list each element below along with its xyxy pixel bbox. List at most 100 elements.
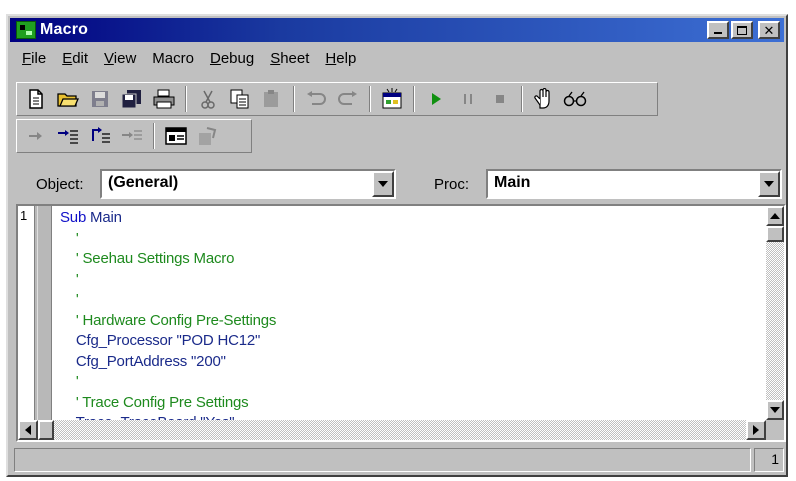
step-over-icon xyxy=(92,127,110,143)
step-into-button[interactable] xyxy=(55,123,81,149)
save-icon xyxy=(92,91,108,107)
close-icon: ✕ xyxy=(763,22,775,38)
save-all-button[interactable] xyxy=(119,86,145,112)
cut-icon xyxy=(201,90,215,109)
proc-dropdown[interactable]: Main xyxy=(486,169,782,199)
minimize-button[interactable] xyxy=(707,21,729,39)
open-button[interactable] xyxy=(55,86,81,112)
menu-file[interactable]: File xyxy=(22,50,46,67)
browse-icon xyxy=(165,127,187,145)
breakpoint-margin[interactable] xyxy=(34,206,52,420)
close-button[interactable]: ✕ xyxy=(758,21,780,39)
toolbar-separator xyxy=(293,86,295,112)
breakpoint-button[interactable] xyxy=(531,86,557,112)
save-all-icon xyxy=(121,90,141,109)
scrollbar-corner xyxy=(766,420,784,440)
menu-sheet[interactable]: Sheet xyxy=(270,50,309,67)
quick-watch-button[interactable] xyxy=(563,86,589,112)
vertical-scrollbar[interactable] xyxy=(766,206,784,420)
proc-value: Main xyxy=(494,174,531,191)
code-text[interactable]: Sub Main ' ' Seehau Settings Macro ' ' '… xyxy=(60,206,764,420)
code-line[interactable]: Cfg_Processor "POD HC12" xyxy=(60,331,764,352)
copy-button[interactable] xyxy=(227,86,253,112)
menu-view[interactable]: View xyxy=(104,50,136,67)
window-controls: ✕ xyxy=(707,21,780,39)
title-bar[interactable]: Macro ✕ xyxy=(10,18,784,42)
references-button[interactable] xyxy=(195,123,221,149)
object-dropdown-arrow[interactable] xyxy=(372,171,394,197)
code-line[interactable]: Sub Main xyxy=(60,208,764,229)
copy-icon xyxy=(230,89,249,109)
paste-button[interactable] xyxy=(259,86,285,112)
code-line[interactable]: ' xyxy=(60,372,764,393)
undo-button[interactable] xyxy=(303,86,329,112)
dialog-editor-button[interactable] xyxy=(379,86,405,112)
menu-edit[interactable]: Edit xyxy=(62,50,88,67)
maximize-button[interactable] xyxy=(731,21,753,39)
quick-watch-icon xyxy=(563,91,587,107)
step-button[interactable] xyxy=(23,123,49,149)
scroll-up-button[interactable] xyxy=(766,206,784,226)
toolbar-separator xyxy=(369,86,371,112)
browse-button[interactable] xyxy=(163,123,189,149)
open-folder-icon xyxy=(57,93,79,107)
proc-dropdown-arrow[interactable] xyxy=(758,171,780,197)
arrow-left-icon xyxy=(25,425,31,435)
undo-icon xyxy=(307,91,326,105)
new-file-button[interactable] xyxy=(23,86,49,112)
status-message xyxy=(14,448,751,472)
object-dropdown[interactable]: (General) xyxy=(100,169,396,199)
debug-toolbar xyxy=(16,119,252,153)
app-icon xyxy=(16,21,36,39)
code-line[interactable]: ' Hardware Config Pre-Settings xyxy=(60,311,764,332)
code-line[interactable]: ' xyxy=(60,229,764,250)
code-line[interactable]: Trace_TraceBoard "Yes" xyxy=(60,413,764,420)
step-out-button[interactable] xyxy=(119,123,145,149)
horizontal-scroll-thumb[interactable] xyxy=(38,420,54,440)
chevron-down-icon xyxy=(378,181,388,187)
macro-window: Macro ✕ File Edit View Macro Debug Sheet… xyxy=(6,14,788,477)
code-line[interactable]: ' Trace Config Pre Settings xyxy=(60,393,764,414)
pause-button[interactable] xyxy=(455,86,481,112)
vertical-scroll-thumb[interactable] xyxy=(766,226,784,242)
code-line[interactable]: ' Seehau Settings Macro xyxy=(60,249,764,270)
print-button[interactable] xyxy=(151,86,177,112)
print-icon xyxy=(153,89,175,109)
line-number: 1 xyxy=(20,208,28,223)
window-title: Macro xyxy=(40,21,89,38)
keyword: Sub xyxy=(60,209,87,226)
minimize-icon xyxy=(714,32,722,34)
code-editor[interactable]: 1 Sub Main ' ' Seehau Settings Macro ' '… xyxy=(16,204,786,442)
code-line[interactable]: ' xyxy=(60,290,764,311)
step-out-icon xyxy=(122,130,142,140)
save-button[interactable] xyxy=(87,86,113,112)
dialog-editor-icon xyxy=(382,88,402,109)
chevron-down-icon xyxy=(764,181,774,187)
run-button[interactable] xyxy=(423,86,449,112)
stop-icon xyxy=(496,95,504,103)
arrow-down-icon xyxy=(770,407,780,413)
scroll-left-button[interactable] xyxy=(18,420,38,440)
horizontal-scrollbar[interactable] xyxy=(18,420,766,440)
redo-icon xyxy=(338,91,357,105)
object-label: Object: xyxy=(36,176,84,193)
redo-button[interactable] xyxy=(335,86,361,112)
menu-help[interactable]: Help xyxy=(325,50,356,67)
cut-button[interactable] xyxy=(195,86,221,112)
new-file-icon xyxy=(29,89,43,109)
menu-debug[interactable]: Debug xyxy=(210,50,254,67)
identifier: Main xyxy=(86,209,122,226)
stop-button[interactable] xyxy=(487,86,513,112)
line-number-gutter: 1 xyxy=(18,206,34,420)
code-line[interactable]: ' xyxy=(60,270,764,291)
run-icon xyxy=(432,93,441,105)
scroll-down-button[interactable] xyxy=(766,400,784,420)
status-line-number: 1 xyxy=(754,448,784,472)
menu-macro[interactable]: Macro xyxy=(152,50,194,67)
step-over-button[interactable] xyxy=(87,123,113,149)
maximize-icon xyxy=(737,25,747,35)
scroll-right-button[interactable] xyxy=(746,420,766,440)
code-line[interactable]: Cfg_PortAddress "200" xyxy=(60,352,764,373)
main-toolbar xyxy=(16,82,658,116)
arrow-right-icon xyxy=(753,425,759,435)
